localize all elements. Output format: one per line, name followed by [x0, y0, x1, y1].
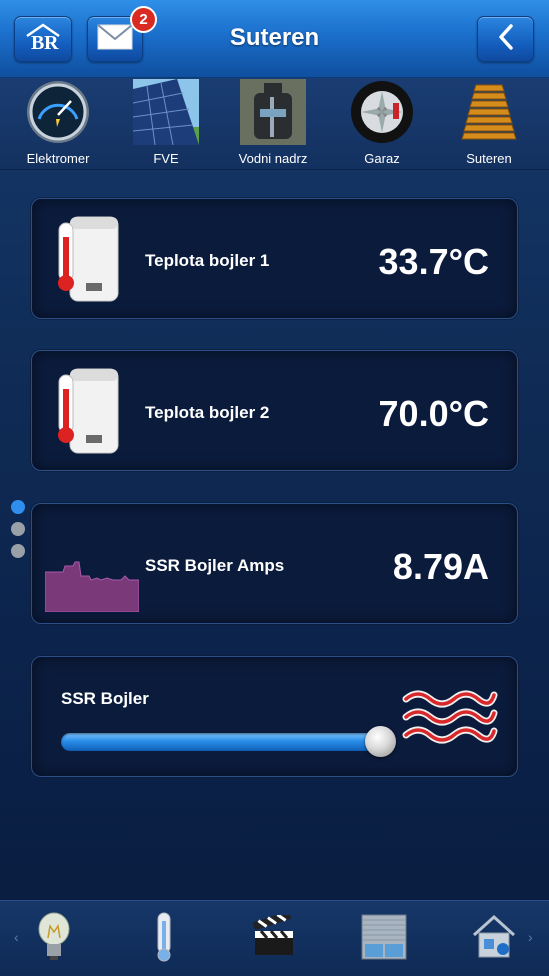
ssr-boiler-label: SSR Bojler	[61, 689, 149, 708]
nav-temperature[interactable]	[134, 909, 194, 969]
page-indicator[interactable]	[11, 500, 25, 566]
nav-house-settings[interactable]	[464, 909, 524, 969]
room-label: FVE	[153, 151, 179, 166]
clapperboard-icon	[252, 910, 295, 964]
boiler-thermometer-icon	[56, 365, 120, 462]
room-selector: Elektromer FVE Vodni nadrz Garaz Suteren	[0, 78, 549, 170]
room-suteren[interactable]: Suteren	[435, 78, 543, 170]
ssr-amps-value: 8.79A	[392, 546, 489, 587]
chevron-left-icon	[496, 23, 516, 56]
scroll-right-chevron-icon[interactable]: ›	[528, 929, 533, 945]
ssr-slider-track[interactable]	[61, 733, 383, 751]
ssr-amps-label: SSR Bojler Amps	[145, 556, 285, 575]
ssr-amps-card[interactable]: SSR Bojler Amps 8.79A	[31, 503, 518, 624]
nav-lights[interactable]	[24, 909, 84, 969]
room-vodni-nadrz[interactable]: Vodni nadrz	[219, 78, 327, 170]
light-bulb-icon	[36, 912, 72, 967]
nav-scenes[interactable]	[244, 909, 304, 969]
room-garaz[interactable]: Garaz	[328, 78, 436, 170]
page-dot[interactable]	[11, 522, 25, 536]
house-settings-icon	[470, 913, 518, 966]
boiler1-value: 33.7°C	[378, 241, 489, 282]
boiler2-label: Teplota bojler 2	[145, 403, 270, 422]
thermometer-icon	[154, 911, 174, 968]
gauge-meter-icon	[25, 79, 91, 145]
room-label: Suteren	[466, 151, 512, 166]
stairs-icon	[456, 79, 522, 145]
window-blinds-icon	[361, 914, 407, 965]
bottom-nav: ‹ ›	[0, 900, 549, 976]
room-fve[interactable]: FVE	[112, 78, 220, 170]
ssr-slider-knob[interactable]	[365, 726, 396, 757]
heat-waves-icon	[402, 687, 498, 752]
car-wheel-icon	[349, 79, 415, 145]
page-title: Suteren	[229, 24, 320, 51]
room-label: Elektromer	[26, 151, 90, 166]
nav-blinds[interactable]	[354, 909, 414, 969]
room-elektromer[interactable]: Elektromer	[4, 78, 112, 170]
history-graph-icon	[44, 558, 140, 617]
page-dot-active[interactable]	[11, 500, 25, 514]
room-label: Garaz	[364, 151, 400, 166]
boiler2-temperature-card[interactable]: Teplota bojler 2 70.0°C	[31, 350, 518, 471]
water-tank-icon	[240, 79, 306, 145]
boiler1-label: Teplota bojler 1	[145, 251, 270, 270]
room-label: Vodni nadrz	[238, 151, 308, 166]
solar-panel-icon	[132, 79, 199, 146]
scroll-left-chevron-icon[interactable]: ‹	[14, 929, 19, 945]
back-button[interactable]	[477, 16, 534, 62]
boiler2-value: 70.0°C	[378, 393, 489, 434]
boiler-thermometer-icon	[56, 213, 120, 310]
top-bar: B R 2 Suteren	[0, 0, 549, 78]
ssr-boiler-card: SSR Bojler	[31, 656, 518, 777]
page-dot[interactable]	[11, 544, 25, 558]
boiler1-temperature-card[interactable]: Teplota bojler 1 33.7°C	[31, 198, 518, 319]
